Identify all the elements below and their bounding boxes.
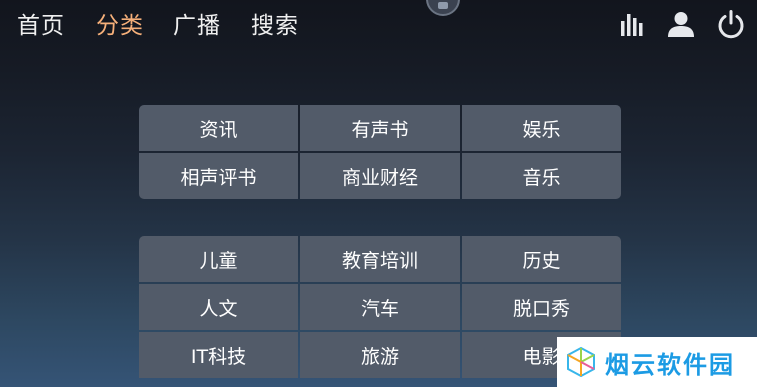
category-news[interactable]: 资讯 <box>139 105 298 151</box>
watermark-text: 烟云软件园 <box>605 350 735 379</box>
equalizer-icon[interactable] <box>618 9 648 39</box>
cube-logo-icon <box>567 346 595 378</box>
category-crosstalk[interactable]: 相声评书 <box>139 153 298 199</box>
category-education[interactable]: 教育培训 <box>300 236 460 282</box>
category-talkshow[interactable]: 脱口秀 <box>462 284 621 330</box>
category-business[interactable]: 商业财经 <box>300 153 460 199</box>
category-it-tech[interactable]: IT科技 <box>139 332 298 378</box>
top-bar: 首页 分类 广播 搜索 <box>0 0 757 52</box>
category-audiobook[interactable]: 有声书 <box>300 105 460 151</box>
tab-home[interactable]: 首页 <box>17 9 65 43</box>
category-travel[interactable]: 旅游 <box>300 332 460 378</box>
category-history[interactable]: 历史 <box>462 236 621 282</box>
category-children[interactable]: 儿童 <box>139 236 298 282</box>
category-entertainment[interactable]: 娱乐 <box>462 105 621 151</box>
tab-search[interactable]: 搜索 <box>251 9 299 43</box>
watermark: 烟云软件园 <box>557 337 757 387</box>
category-humanities[interactable]: 人文 <box>139 284 298 330</box>
category-grid-primary: 资讯 有声书 娱乐 相声评书 商业财经 音乐 <box>139 105 621 199</box>
power-icon[interactable] <box>716 9 746 39</box>
tab-category[interactable]: 分类 <box>96 9 144 43</box>
tab-broadcast[interactable]: 广播 <box>173 9 221 43</box>
user-icon[interactable] <box>666 9 696 39</box>
category-auto[interactable]: 汽车 <box>300 284 460 330</box>
category-music[interactable]: 音乐 <box>462 153 621 199</box>
category-grid-secondary: 儿童 教育培训 历史 人文 汽车 脱口秀 IT科技 旅游 电影 <box>139 236 621 378</box>
pull-down-handle[interactable] <box>426 0 460 16</box>
